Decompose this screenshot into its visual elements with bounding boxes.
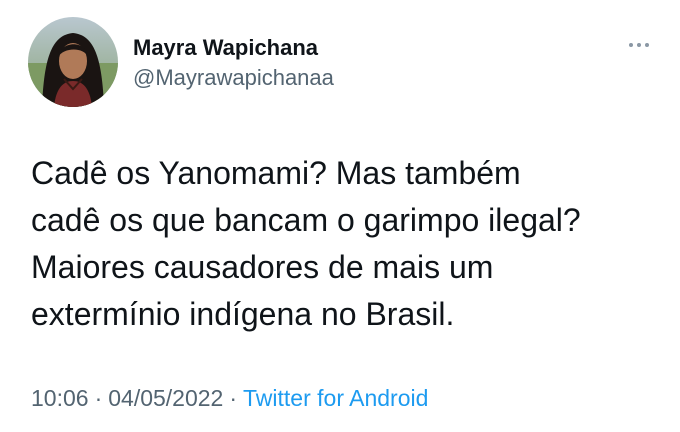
author-handle[interactable]: @Mayrawapichanaa: [133, 64, 334, 92]
tweet-source-link[interactable]: Twitter for Android: [243, 385, 428, 411]
more-options-icon[interactable]: [622, 30, 656, 60]
meta-separator: ·: [229, 385, 238, 411]
tweet-text-line: Cadê os Yanomami? Mas também: [31, 155, 521, 191]
tweet-date[interactable]: 04/05/2022: [108, 385, 223, 411]
tweet-time[interactable]: 10:06: [31, 385, 89, 411]
author-info[interactable]: Mayra Wapichana @Mayrawapichanaa: [133, 34, 334, 92]
avatar[interactable]: [28, 17, 118, 107]
meta-separator: ·: [94, 385, 103, 411]
more-dot: [637, 43, 641, 47]
tweet-text-line: cadê os que bancam o garimpo ilegal?: [31, 202, 581, 238]
tweet-text-line: extermínio indígena no Brasil.: [31, 296, 455, 332]
tweet-text: Cadê os Yanomami? Mas também cadê os que…: [31, 150, 671, 338]
tweet-text-line: Maiores causadores de mais um: [31, 249, 494, 285]
more-dot: [629, 43, 633, 47]
author-display-name[interactable]: Mayra Wapichana: [133, 34, 334, 62]
tweet-card: Mayra Wapichana @Mayrawapichanaa Cadê os…: [0, 0, 680, 432]
tweet-meta: 10:06 · 04/05/2022 · Twitter for Android: [31, 383, 428, 413]
more-dot: [645, 43, 649, 47]
